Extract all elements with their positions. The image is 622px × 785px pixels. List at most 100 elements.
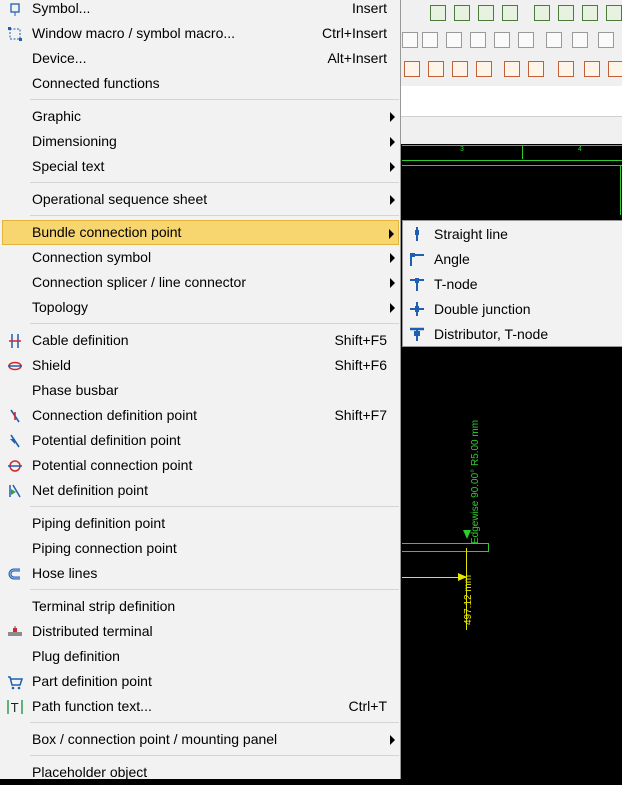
toolbar-grid-icon[interactable] xyxy=(608,61,622,77)
menu-item-label: Special text xyxy=(32,158,105,174)
menu-item-net-definition-point[interactable]: Net definition point xyxy=(2,478,399,503)
submenu-arrow-icon xyxy=(390,137,395,147)
menu-item-label: Symbol... xyxy=(32,0,91,16)
menu-item-topology[interactable]: Topology xyxy=(2,295,399,320)
bundle-graphic[interactable] xyxy=(402,543,489,552)
menu-item-label: Potential definition point xyxy=(32,432,181,448)
menu-item-dimensioning[interactable]: Dimensioning xyxy=(2,129,399,154)
menu-item-window-macro[interactable]: Window macro / symbol macro... Ctrl+Inse… xyxy=(2,21,399,46)
menu-item-label: Connection definition point xyxy=(32,407,198,423)
toolbar-cable-icon[interactable] xyxy=(528,61,544,77)
menu-item-hose-lines[interactable]: Hose lines xyxy=(2,561,399,586)
part-definition-point-icon xyxy=(7,674,24,690)
submenu-arrow-icon xyxy=(390,303,395,313)
connection-definition-point-icon xyxy=(7,408,23,424)
bundle-connection-point-submenu: Straight line Angle T-node Double juncti… xyxy=(402,220,622,347)
hose-lines-icon xyxy=(7,566,23,582)
menu-item-connection-definition-point[interactable]: Connection definition point Shift+F7 xyxy=(2,403,399,428)
menu-item-connected-functions[interactable]: Connected functions xyxy=(2,71,399,96)
toolbar-page-icon[interactable] xyxy=(502,5,518,21)
toolbar-3d-block-icon[interactable] xyxy=(470,32,486,48)
page-header-bar xyxy=(400,116,622,145)
menu-item-box-connection-point[interactable]: Box / connection point / mounting panel xyxy=(2,727,399,752)
submenu-item-t-node[interactable]: T-node xyxy=(403,272,622,297)
menu-item-piping-definition-point[interactable]: Piping definition point xyxy=(2,511,399,536)
submenu-arrow-icon xyxy=(390,162,395,172)
submenu-arrow-icon xyxy=(390,195,395,205)
menu-item-label: Cable definition xyxy=(32,332,129,348)
toolbar-plug-icon[interactable] xyxy=(504,61,520,77)
menu-item-special-text[interactable]: Special text xyxy=(2,154,399,179)
menu-item-path-function-text[interactable]: T Path function text... Ctrl+T xyxy=(2,694,399,719)
toolbar-3d-hex-icon[interactable] xyxy=(598,32,614,48)
menu-item-placeholder-object[interactable]: Placeholder object xyxy=(2,760,399,785)
submenu-item-label: Angle xyxy=(434,251,470,267)
toolbar-row-1 xyxy=(400,0,622,26)
symbol-icon xyxy=(7,1,23,17)
toolbar-net-icon[interactable] xyxy=(476,61,492,77)
menu-item-part-definition-point[interactable]: Part definition point xyxy=(2,669,399,694)
menu-item-connection-symbol[interactable]: Connection symbol xyxy=(2,245,399,270)
toolbar-export-icon[interactable] xyxy=(558,5,574,21)
menu-item-operational-sequence-sheet[interactable]: Operational sequence sheet xyxy=(2,187,399,212)
page-frame-line xyxy=(402,165,622,166)
toolbar-graphic-page-icon[interactable] xyxy=(478,5,494,21)
toolbar-insert-page-icon[interactable] xyxy=(430,5,446,21)
menu-item-label: Graphic xyxy=(32,108,82,124)
toolbar-3d-part-icon[interactable] xyxy=(494,32,510,48)
menu-item-label: Operational sequence sheet xyxy=(32,191,208,207)
menu-item-shield[interactable]: Shield Shift+F6 xyxy=(2,353,399,378)
toolbar-pattern-icon[interactable] xyxy=(584,61,600,77)
menu-item-label: Connected functions xyxy=(32,75,160,91)
menu-item-potential-connection-point[interactable]: Potential connection point xyxy=(2,453,399,478)
toolbar-connection-icon[interactable] xyxy=(428,61,444,77)
toolbar-macro-icon[interactable] xyxy=(534,5,550,21)
menu-item-terminal-strip-definition[interactable]: Terminal strip definition xyxy=(2,594,399,619)
toolbar-terminal-icon[interactable] xyxy=(404,61,420,77)
net-definition-point-icon xyxy=(7,483,23,499)
submenu-item-distributor-t-node[interactable]: Distributor, T-node xyxy=(403,322,622,347)
toolbar-3d-rail-icon[interactable] xyxy=(518,32,534,48)
menu-item-shortcut: Shift+F6 xyxy=(334,357,387,373)
toolbar-3d-rotate-icon[interactable] xyxy=(572,32,588,48)
menu-item-graphic[interactable]: Graphic xyxy=(2,104,399,129)
menu-item-label: Path function text... xyxy=(32,698,152,714)
potential-definition-point-icon xyxy=(7,433,23,449)
menu-separator xyxy=(30,215,399,216)
menu-item-plug-definition[interactable]: Plug definition xyxy=(2,644,399,669)
menu-item-piping-connection-point[interactable]: Piping connection point xyxy=(2,536,399,561)
straight-line-icon xyxy=(409,226,425,242)
menu-item-label: Device... xyxy=(32,50,87,66)
toolbar-save-page-icon[interactable] xyxy=(454,5,470,21)
menu-item-device[interactable]: Device... Alt+Insert xyxy=(2,46,399,71)
toolbar-3d-plate-icon[interactable] xyxy=(422,32,438,48)
submenu-item-label: Distributor, T-node xyxy=(434,326,549,342)
menu-item-bundle-connection-point[interactable]: Bundle connection point xyxy=(2,220,399,245)
menu-item-potential-definition-point[interactable]: Potential definition point xyxy=(2,428,399,453)
menu-item-shortcut: Shift+F7 xyxy=(334,407,387,423)
menu-item-cable-definition[interactable]: Cable definition Shift+F5 xyxy=(2,328,399,353)
menu-item-symbol[interactable]: Symbol... Insert xyxy=(2,0,399,21)
page-frame-divider xyxy=(522,145,523,159)
toolbar-3d-box-icon[interactable] xyxy=(402,32,418,48)
toolbar-potential-icon[interactable] xyxy=(452,61,468,77)
column-number-3: 3 xyxy=(460,146,464,153)
submenu-item-double-junction[interactable]: Double junction xyxy=(403,297,622,322)
dimension-text-green: Edgewise 90.00° R5.00 mm xyxy=(470,419,481,544)
toolbar-3d-view-icon[interactable] xyxy=(546,32,562,48)
page-frame-right-line xyxy=(620,165,621,215)
toolbar-hatch-icon[interactable] xyxy=(558,61,574,77)
toolbar-report-icon[interactable] xyxy=(606,5,622,21)
menu-item-phase-busbar[interactable]: Phase busbar xyxy=(2,378,399,403)
path-function-text-icon: T xyxy=(7,699,23,715)
cable-definition-icon xyxy=(7,333,23,349)
menu-item-label: Connection symbol xyxy=(32,249,152,265)
toolbar-document-icon[interactable] xyxy=(582,5,598,21)
menu-item-connection-splicer[interactable]: Connection splicer / line connector xyxy=(2,270,399,295)
angle-icon xyxy=(409,251,425,267)
submenu-item-straight-line[interactable]: Straight line xyxy=(403,222,622,247)
toolbar-3d-cube-icon[interactable] xyxy=(446,32,462,48)
submenu-item-angle[interactable]: Angle xyxy=(403,247,622,272)
svg-text:T: T xyxy=(10,701,19,715)
menu-item-distributed-terminal[interactable]: Distributed terminal xyxy=(2,619,399,644)
